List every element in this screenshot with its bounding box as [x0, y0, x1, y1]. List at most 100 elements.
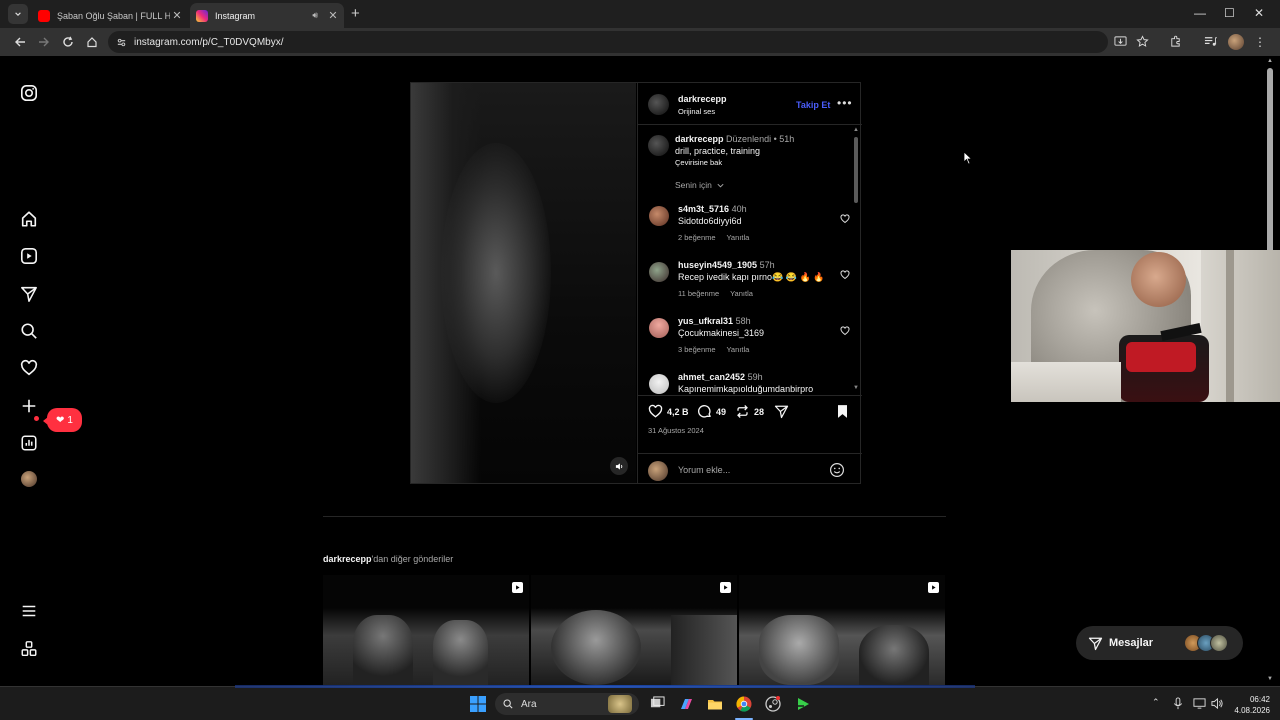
chrome-icon[interactable]: [736, 696, 752, 712]
profile-avatar-icon[interactable]: [1228, 34, 1244, 50]
search-icon[interactable]: [20, 322, 38, 340]
volume-icon[interactable]: [1211, 697, 1225, 711]
share-icon: [774, 405, 789, 419]
like-comment-icon[interactable]: [840, 270, 850, 280]
bookmark-star-icon[interactable]: [1136, 35, 1150, 49]
maximize-button[interactable]: ☐: [1224, 6, 1235, 20]
media-player-icon[interactable]: [795, 696, 811, 712]
reload-button[interactable]: [60, 34, 76, 50]
file-explorer-icon[interactable]: [707, 696, 723, 712]
url-text[interactable]: instagram.com/p/C_T0DVQMbyx/: [134, 37, 284, 48]
back-button[interactable]: [12, 34, 28, 50]
new-tab-button[interactable]: +: [351, 5, 360, 22]
sort-dropdown[interactable]: Senin için: [675, 180, 725, 190]
comment-time: 58h: [735, 316, 751, 326]
install-app-icon[interactable]: [1114, 35, 1128, 49]
more-options-icon[interactable]: •••: [837, 96, 853, 110]
messages-button[interactable]: Mesajlar: [1076, 626, 1243, 660]
like-comment-icon[interactable]: [840, 214, 850, 224]
menu-icon[interactable]: [20, 602, 38, 620]
comment-likes[interactable]: 3 beğenme: [678, 345, 716, 354]
author-username[interactable]: darkrecepp: [678, 94, 727, 104]
threads-icon[interactable]: [20, 640, 38, 658]
taskbar-clock[interactable]: 06:42 4.08.2026: [1226, 694, 1270, 716]
more-posts-user[interactable]: darkrecepp: [323, 554, 372, 564]
profile-avatar[interactable]: [21, 471, 37, 487]
home-icon: [87, 37, 97, 48]
comment-username[interactable]: yus_ufkral31: [678, 316, 733, 326]
comment-likes[interactable]: 2 beğenme: [678, 233, 716, 242]
follow-button[interactable]: Takip Et: [796, 100, 830, 110]
comment-avatar[interactable]: [649, 206, 669, 226]
browser-menu-icon[interactable]: ⋮: [1254, 35, 1268, 49]
extensions-icon[interactable]: [1169, 35, 1183, 49]
caption-time: 51h: [779, 134, 795, 144]
mute-button[interactable]: [610, 457, 628, 475]
emoji-icon[interactable]: [829, 462, 845, 478]
tray-overflow-icon[interactable]: ⌃: [1152, 697, 1166, 711]
tab-search-button[interactable]: [8, 4, 28, 24]
caption-avatar[interactable]: [648, 135, 669, 156]
forward-button[interactable]: [36, 34, 52, 50]
reply-button[interactable]: Yanıtla: [726, 345, 749, 354]
likes-count[interactable]: 4,2 B: [667, 407, 689, 417]
taskbar-search[interactable]: Ara: [495, 693, 639, 715]
more-posts-suffix: 'dan diğer gönderiler: [371, 554, 454, 564]
audio-label[interactable]: Orijinal ses: [678, 107, 715, 116]
steam-icon[interactable]: [765, 696, 781, 712]
translate-link[interactable]: Çevirisine bak: [675, 158, 722, 167]
comment-time: 40h: [731, 204, 747, 214]
comment-avatar[interactable]: [649, 262, 669, 282]
close-window-button[interactable]: ✕: [1254, 6, 1264, 20]
dashboard-icon[interactable]: [20, 434, 38, 452]
like-button[interactable]: 4,2 B: [648, 404, 689, 419]
windows-start-icon[interactable]: [470, 696, 486, 712]
share-button[interactable]: [774, 404, 789, 419]
post-video[interactable]: [411, 83, 636, 483]
reels-icon[interactable]: [20, 247, 38, 265]
save-button[interactable]: [836, 404, 849, 419]
post-thumbnail[interactable]: [323, 575, 529, 685]
post-thumbnail[interactable]: [739, 575, 945, 685]
notifications-heart-icon[interactable]: [20, 359, 38, 377]
caption-username[interactable]: darkrecepp: [675, 134, 724, 144]
close-tab-icon[interactable]: ✕: [326, 9, 340, 22]
instagram-logo-icon[interactable]: [20, 84, 38, 102]
reply-button[interactable]: Yanıtla: [730, 289, 753, 298]
home-button[interactable]: [84, 34, 100, 50]
copilot-icon[interactable]: [678, 696, 694, 712]
comment-icon: [698, 405, 711, 418]
notification-badge[interactable]: ❤ 1: [43, 408, 82, 432]
comment-avatar[interactable]: [649, 318, 669, 338]
create-icon[interactable]: [20, 397, 38, 415]
network-icon[interactable]: [1193, 697, 1207, 711]
repost-button[interactable]: 28: [735, 404, 764, 419]
reload-icon: [63, 36, 73, 47]
tab-audio-icon[interactable]: 🔊︎: [312, 10, 318, 21]
comment-username[interactable]: huseyin4549_1905: [678, 260, 757, 270]
comment-likes[interactable]: 11 beğenme: [678, 289, 719, 298]
comment-avatar[interactable]: [649, 374, 669, 394]
home-icon[interactable]: [20, 210, 38, 228]
reply-button[interactable]: Yanıtla: [726, 233, 749, 242]
comment-username[interactable]: ahmet_can2452: [678, 372, 745, 382]
messages-icon[interactable]: [20, 285, 38, 303]
microphone-icon[interactable]: [1172, 697, 1186, 711]
media-control-icon[interactable]: [1204, 35, 1218, 49]
task-view-icon[interactable]: [650, 696, 666, 712]
close-tab-icon[interactable]: ✕: [170, 9, 184, 22]
comments-scrollbar[interactable]: ▲ ▼: [852, 127, 860, 393]
like-comment-icon[interactable]: [840, 326, 850, 336]
comment-input[interactable]: Yorum ekle...: [678, 465, 730, 475]
reel-icon: [928, 582, 939, 593]
author-avatar[interactable]: [648, 94, 669, 115]
site-info-icon[interactable]: [116, 37, 127, 48]
comments-count: 49: [716, 406, 727, 417]
post-thumbnail[interactable]: [531, 575, 737, 685]
tab-youtube[interactable]: Şaban Oğlu Şaban | FULL HD - Y ✕: [32, 3, 188, 28]
comment-username[interactable]: s4m3t_5716: [678, 204, 729, 214]
tab-instagram[interactable]: Instagram 🔊︎ ✕: [190, 3, 344, 28]
my-avatar: [648, 461, 668, 481]
comment-button[interactable]: 49: [697, 404, 726, 419]
minimize-button[interactable]: —: [1194, 6, 1206, 20]
